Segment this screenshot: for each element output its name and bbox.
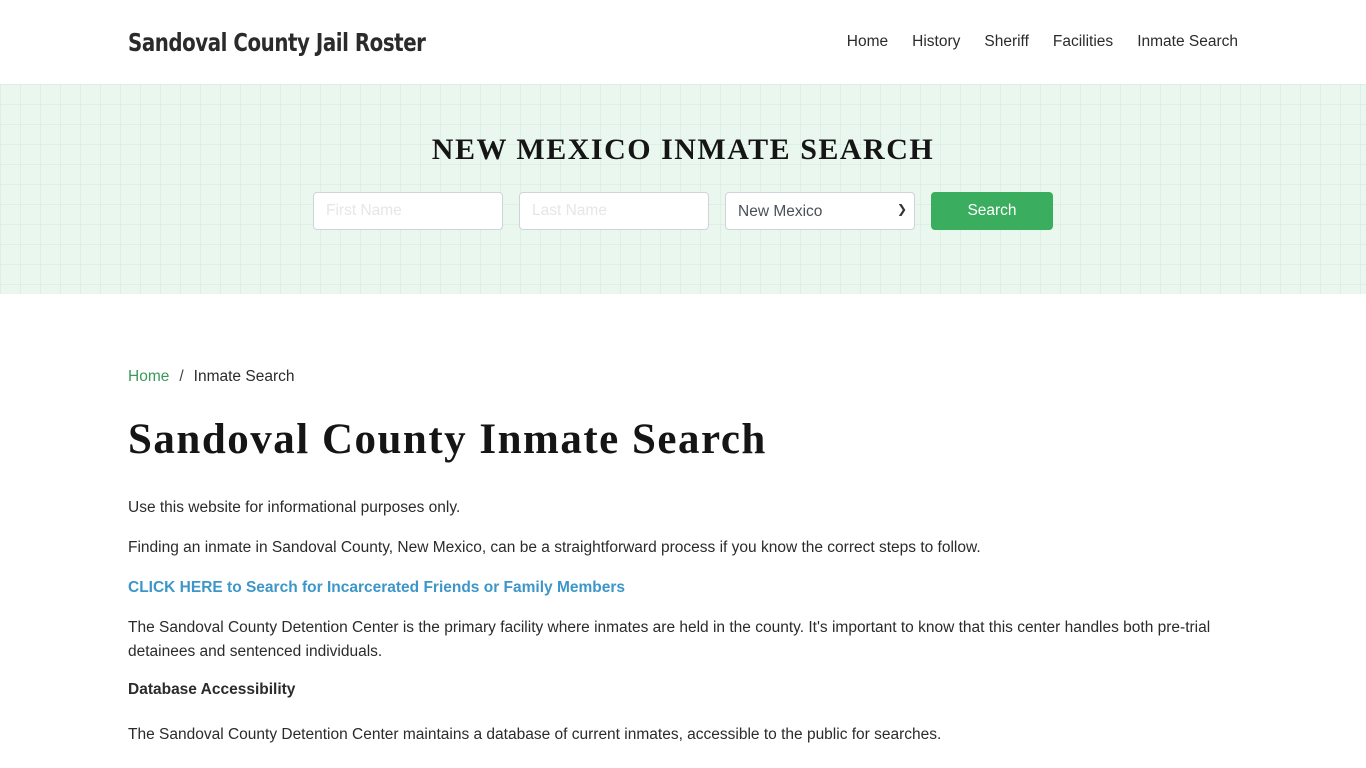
inmate-search-form: New Mexico ❯ Search <box>0 192 1366 230</box>
main-nav: Home History Sheriff Facilities Inmate S… <box>823 33 1238 51</box>
cta-paragraph: CLICK HERE to Search for Incarcerated Fr… <box>128 576 1238 600</box>
breadcrumb: Home / Inmate Search <box>128 368 1238 386</box>
state-select[interactable]: New Mexico <box>725 192 915 230</box>
nav-inmate-search[interactable]: Inmate Search <box>1137 33 1238 51</box>
breadcrumb-separator: / <box>179 368 184 385</box>
page-title: Sandoval County Inmate Search <box>128 416 767 463</box>
hero-title: NEW MEXICO INMATE SEARCH <box>431 133 935 166</box>
main-content: Home / Inmate Search Sandoval County Inm… <box>0 294 1366 747</box>
cta-search-link[interactable]: CLICK HERE to Search for Incarcerated Fr… <box>128 579 625 596</box>
facility-text: The Sandoval County Detention Center is … <box>128 619 1211 660</box>
search-button[interactable]: Search <box>931 192 1053 230</box>
site-header: Sandoval County Jail Roster Home History… <box>0 0 1366 84</box>
last-name-input[interactable] <box>519 192 709 230</box>
database-heading: Database Accessibility <box>128 681 296 698</box>
disclaimer-text: Use this website for informational purpo… <box>128 499 461 516</box>
nav-sheriff[interactable]: Sheriff <box>984 33 1029 51</box>
breadcrumb-current: Inmate Search <box>193 368 295 385</box>
nav-facilities[interactable]: Facilities <box>1053 33 1113 51</box>
intro-text: Finding an inmate in Sandoval County, Ne… <box>128 539 981 556</box>
breadcrumb-home[interactable]: Home <box>128 368 169 386</box>
nav-history[interactable]: History <box>912 33 960 51</box>
site-brand[interactable]: Sandoval County Jail Roster <box>128 28 426 57</box>
state-select-wrapper: New Mexico ❯ <box>725 192 915 230</box>
first-name-input[interactable] <box>313 192 503 230</box>
database-text: The Sandoval County Detention Center mai… <box>128 726 942 743</box>
hero-search-section: NEW MEXICO INMATE SEARCH New Mexico ❯ Se… <box>0 84 1366 294</box>
nav-home[interactable]: Home <box>847 33 888 51</box>
